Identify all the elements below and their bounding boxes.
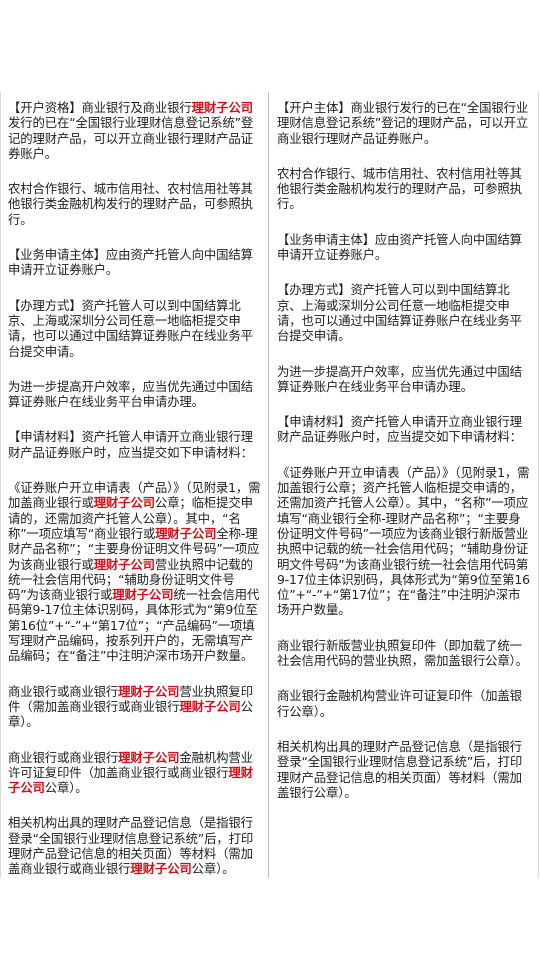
paragraph: 【办理方式】资产托管人可以到中国结算北京、上海或深圳分公司任意一地临柜提交申请，… xyxy=(277,282,530,343)
paragraph: 【业务申请主体】应由资产托管人向中国结算申请开立证券账户。 xyxy=(8,247,262,278)
highlighted-term: 理财子公司 xyxy=(93,556,155,572)
highlighted-term: 理财子公司 xyxy=(130,861,192,877)
text-segment: 《证券账户开立申请表（产品）》（见附录1，需加盖银行公章；资产托管人临柜提交申请… xyxy=(277,464,530,618)
paragraph: 【申请材料】资产托管人申请开立商业银行理财产品证券账户时，应当提交如下申请材料： xyxy=(8,429,262,460)
text-segment: 相关机构出具的理财产品登记信息（是指银行登录“全国银行业理财信息登记系统”后，打… xyxy=(277,738,523,800)
paragraph: 为进一步提高开户效率，应当优先通过中国结算证券账户在线业务平台申请办理。 xyxy=(8,379,262,410)
text-segment: 【办理方式】资产托管人可以到中国结算北京、上海或深圳分公司任意一地临柜提交申请，… xyxy=(277,282,522,344)
text-segment: 【申请材料】资产托管人申请开立商业银行理财产品证券账户时，应当提交如下申请材料： xyxy=(8,429,253,460)
text-segment: 商业银行或商业银行 xyxy=(8,749,119,765)
paragraph: 商业银行新版营业执照复印件（即加载了统一社会信用代码的营业执照，需加盖银行公章）… xyxy=(277,638,530,669)
highlighted-term: 理财子公司 xyxy=(118,683,180,699)
paragraph: 《证券账户开立申请表（产品）》（见附录1，需加盖银行公章；资产托管人临柜提交申请… xyxy=(277,465,530,618)
paragraph: 商业银行金融机构营业许可证复印件（加盖银行公章）。 xyxy=(277,688,530,719)
right-column: 【开户主体】商业银行发行的已在“全国银行业理财信息登记系统”登记的理财产品，可以… xyxy=(268,92,540,878)
text-segment: 农村合作银行、城市信用社、农村信用社等其他银行类金融机构发行的理财产品，可参照执… xyxy=(277,165,522,212)
text-segment: 商业银行金融机构营业许可证复印件（加盖银行公章）。 xyxy=(277,688,522,719)
comparison-table: 【开户资格】商业银行及商业银行理财子公司发行的已在“全国银行业理财信息登记系统”… xyxy=(0,92,540,878)
paragraph: 商业银行或商业银行理财子公司金融机构营业许可证复印件（加盖商业银行或商业银行理财… xyxy=(8,750,262,796)
paragraph: 商业银行或商业银行理财子公司营业执照复印件（需加盖商业银行或商业银行理财子公司公… xyxy=(8,684,262,730)
paragraph: 【业务申请主体】应由资产托管人向中国结算申请开立证券账户。 xyxy=(277,232,530,263)
highlighted-term: 理财子公司 xyxy=(112,587,174,603)
left-column: 【开户资格】商业银行及商业银行理财子公司发行的已在“全国银行业理财信息登记系统”… xyxy=(0,92,268,878)
highlighted-term: 理财子公司 xyxy=(179,698,241,714)
table-border-right xyxy=(538,92,539,878)
text-segment: 【业务申请主体】应由资产托管人向中国结算申请开立证券账户。 xyxy=(277,231,522,263)
paragraph: 为进一步提高开户效率，应当优先通过中国结算证券账户在线业务平台申请办理。 xyxy=(277,364,530,395)
text-segment: 商业银行或商业银行 xyxy=(8,683,119,699)
paragraph: 【开户主体】商业银行发行的已在“全国银行业理财信息登记系统”登记的理财产品，可以… xyxy=(277,100,530,146)
text-segment: 公章）。 xyxy=(44,780,88,796)
document-page: 【开户资格】商业银行及商业银行理财子公司发行的已在“全国银行业理财信息登记系统”… xyxy=(0,0,540,960)
text-segment: 【开户资格】商业银行及商业银行 xyxy=(8,100,192,115)
text-segment: 【开户主体】商业银行发行的已在“全国银行业理财信息登记系统”登记的理财产品，可以… xyxy=(277,100,529,146)
text-segment: 【业务申请主体】应由资产托管人向中国结算申请开立证券账户。 xyxy=(8,247,253,278)
paragraph: 《证券账户开立申请表（产品）》（见附录1，需加盖商业银行或理财子公司公章；临柜提… xyxy=(8,480,262,664)
highlighted-term: 理财子公司 xyxy=(191,100,253,115)
paragraph: 农村合作银行、城市信用社、农村信用社等其他银行类金融机构发行的理财产品，可参照执… xyxy=(277,166,530,212)
paragraph: 【办理方式】资产托管人可以到中国结算北京、上海或深圳分公司任意一地临柜提交申请，… xyxy=(8,298,262,359)
table-border-left xyxy=(0,92,1,878)
highlighted-term: 理财子公司 xyxy=(155,525,217,541)
text-segment: 【办理方式】资产托管人可以到中国结算北京、上海或深圳分公司任意一地临柜提交申请，… xyxy=(8,297,253,359)
text-segment: 发行的已在“全国银行业理财信息登记系统”登记的理财产品，可以开立商业银行理财产品… xyxy=(8,115,254,161)
text-segment: 【申请材料】资产托管人申请开立商业银行理财产品证券账户时，应当提交如下申请材料： xyxy=(277,414,522,445)
highlighted-term: 理财子公司 xyxy=(93,495,155,511)
text-segment: 农村合作银行、城市信用社、农村信用社等其他银行类金融机构发行的理财产品，可参照执… xyxy=(8,181,253,227)
text-segment: 商业银行新版营业执照复印件（即加载了统一社会信用代码的营业执照，需加盖银行公章）… xyxy=(277,637,528,669)
paragraph: 相关机构出具的理财产品登记信息（是指银行登录“全国银行业理财信息登记系统”后，打… xyxy=(8,815,262,876)
text-segment: 公章）。 xyxy=(191,861,235,877)
paragraph: 【申请材料】资产托管人申请开立商业银行理财产品证券账户时，应当提交如下申请材料： xyxy=(277,414,530,445)
paragraph: 相关机构出具的理财产品登记信息（是指银行登录“全国银行业理财信息登记系统”后，打… xyxy=(277,739,530,800)
text-segment: 为进一步提高开户效率，应当优先通过中国结算证券账户在线业务平台申请办理。 xyxy=(277,363,522,394)
paragraph: 【开户资格】商业银行及商业银行理财子公司发行的已在“全国银行业理财信息登记系统”… xyxy=(8,100,262,161)
highlighted-term: 理财子公司 xyxy=(118,749,180,765)
text-segment: 为进一步提高开户效率，应当优先通过中国结算证券账户在线业务平台申请办理。 xyxy=(8,378,253,410)
paragraph: 农村合作银行、城市信用社、农村信用社等其他银行类金融机构发行的理财产品，可参照执… xyxy=(8,181,262,227)
